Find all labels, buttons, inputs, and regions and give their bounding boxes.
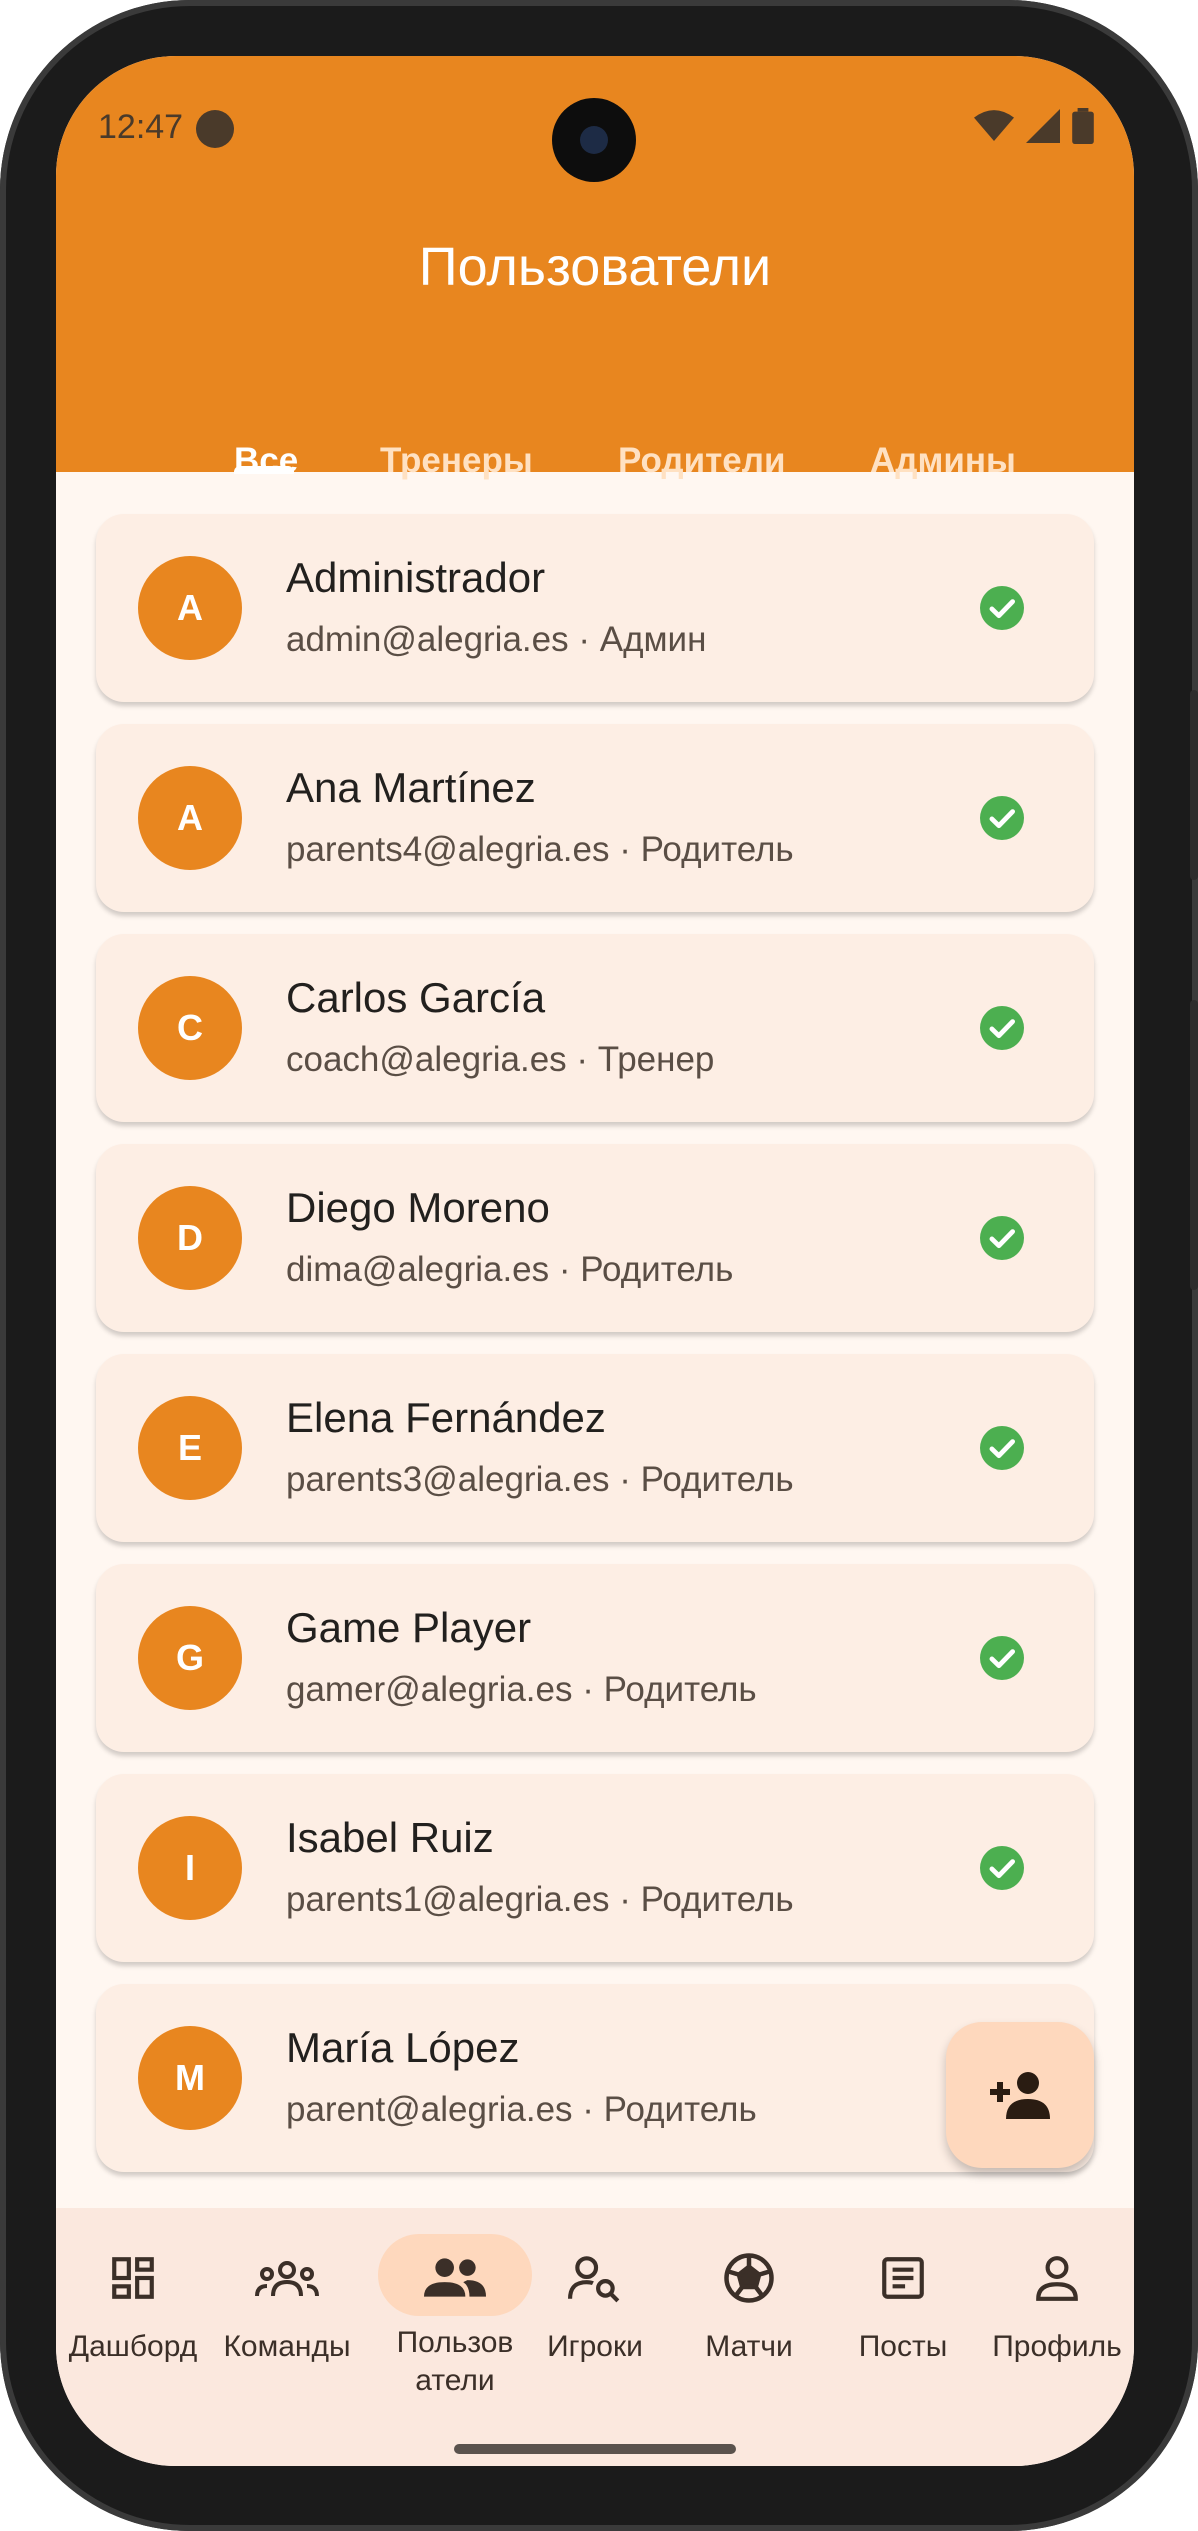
nav-label: Игроки [547, 2330, 643, 2363]
user-email-role: parents4@alegria.es · Родитель [286, 830, 794, 869]
verified-check-icon [980, 1846, 1024, 1890]
article-icon [882, 2257, 924, 2299]
nav-item-players[interactable]: Игроки [518, 2208, 672, 2408]
soccer-ball-icon [724, 2253, 774, 2303]
nav-item-users[interactable]: Пользов атели [364, 2208, 532, 2408]
avatar: E [138, 1396, 242, 1500]
nav-label: Дашборд [68, 2330, 198, 2363]
status-time: 12:47 [98, 108, 184, 146]
user-email-role: parent@alegria.es · Родитель [286, 2090, 757, 2129]
user-name: Carlos García [286, 974, 546, 1021]
user-card[interactable]: A Administrador admin@alegria.es · Админ [96, 514, 1094, 702]
user-email-role: dima@alegria.es · Родитель [286, 1250, 734, 1289]
nav-label: Команды [223, 2330, 351, 2363]
user-name: María López [286, 2024, 520, 2071]
verified-check-icon [980, 1006, 1024, 1050]
verified-check-icon [980, 796, 1024, 840]
battery-icon [1072, 108, 1094, 144]
groups-icon [255, 2261, 319, 2297]
user-card[interactable]: C Carlos García coach@alegria.es · Трене… [96, 934, 1094, 1122]
signal-icon [1026, 109, 1060, 143]
nav-item-teams[interactable]: Команды [210, 2208, 364, 2408]
nav-label: Посты [858, 2330, 948, 2363]
user-name: Elena Fernández [286, 1394, 606, 1441]
screen: 12:47 Пользователи Все Тренеры Родители … [56, 56, 1134, 2466]
person-search-icon [568, 2256, 620, 2303]
nav-item-profile[interactable]: Профиль [980, 2208, 1134, 2408]
avatar: D [138, 1186, 242, 1290]
nav-label: Профиль [992, 2330, 1122, 2363]
verified-check-icon [980, 1636, 1024, 1680]
user-email-role: parents3@alegria.es · Родитель [286, 1460, 794, 1499]
status-icons [974, 108, 1094, 144]
nav-item-matches[interactable]: Матчи [672, 2208, 826, 2408]
nav-item-dashboard[interactable]: Дашборд [56, 2208, 210, 2408]
nav-item-posts[interactable]: Посты [826, 2208, 980, 2408]
tab-all[interactable]: Все [234, 441, 298, 481]
user-email-role: admin@alegria.es · Админ [286, 620, 707, 659]
avatar: I [138, 1816, 242, 1920]
page-title: Пользователи [418, 237, 772, 297]
user-name: Administrador [286, 554, 546, 601]
people-icon [424, 2258, 486, 2297]
tab-parents[interactable]: Родители [618, 441, 785, 481]
user-card[interactable]: G Game Player gamer@alegria.es · Родител… [96, 1564, 1094, 1752]
avatar: A [138, 556, 242, 660]
tab-coaches[interactable]: Тренеры [380, 441, 533, 481]
avatar: C [138, 976, 242, 1080]
power-button [1190, 690, 1198, 880]
volume-button [1190, 1000, 1198, 1290]
user-email-role: gamer@alegria.es · Родитель [286, 1670, 757, 1709]
nav-label: Матчи [705, 2330, 793, 2363]
wifi-icon [974, 110, 1014, 141]
user-email-role: coach@alegria.es · Тренер [286, 1040, 715, 1079]
app-bar: 12:47 Пользователи Все Тренеры Родители … [56, 56, 1134, 480]
tab-bar: Все Тренеры Родители Админы [56, 386, 1134, 480]
verified-check-icon [980, 1426, 1024, 1470]
user-email-role: parents1@alegria.es · Родитель [286, 1880, 794, 1919]
user-card[interactable]: M María López parent@alegria.es · Родите… [96, 1984, 1094, 2172]
person-add-icon [990, 2072, 1050, 2119]
dashboard-icon [112, 2257, 154, 2299]
user-name: Game Player [286, 1604, 532, 1651]
user-card[interactable]: A Ana Martínez parents4@alegria.es · Род… [96, 724, 1094, 912]
person-icon [1036, 2256, 1078, 2301]
avatar: G [138, 1606, 242, 1710]
user-card[interactable]: D Diego Moreno dima@alegria.es · Родител… [96, 1144, 1094, 1332]
notification-dot-icon [196, 110, 234, 148]
avatar: A [138, 766, 242, 870]
verified-check-icon [980, 1216, 1024, 1260]
bottom-navigation: Дашборд Команды Пользов атели Игроки Мат… [56, 2208, 1134, 2466]
user-name: Isabel Ruiz [286, 1814, 494, 1861]
front-camera [552, 98, 636, 182]
avatar: M [138, 2026, 242, 2130]
verified-check-icon [980, 586, 1024, 630]
user-card[interactable]: E Elena Fernández parents3@alegria.es · … [96, 1354, 1094, 1542]
phone-frame: 12:47 Пользователи Все Тренеры Родители … [0, 0, 1198, 2531]
tab-admins[interactable]: Админы [870, 441, 1016, 481]
user-name: Ana Martínez [286, 764, 536, 811]
add-user-button[interactable] [946, 2022, 1094, 2168]
user-card[interactable]: I Isabel Ruiz parents1@alegria.es · Роди… [96, 1774, 1094, 1962]
home-indicator[interactable] [454, 2444, 736, 2454]
user-name: Diego Moreno [286, 1184, 550, 1231]
tab-indicator [234, 466, 294, 474]
